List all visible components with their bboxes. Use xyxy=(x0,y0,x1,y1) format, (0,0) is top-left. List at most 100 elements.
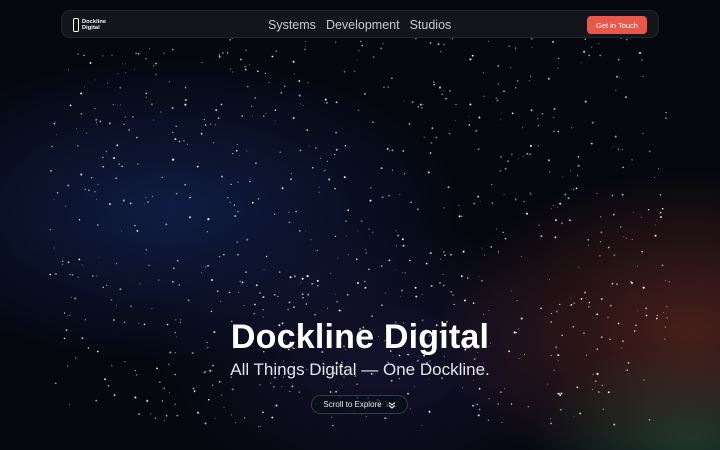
star xyxy=(547,159,551,162)
star xyxy=(557,206,559,209)
star xyxy=(521,127,523,129)
star xyxy=(196,165,199,168)
star xyxy=(430,141,433,144)
star xyxy=(490,246,492,248)
star xyxy=(518,357,520,359)
star xyxy=(399,193,401,195)
star xyxy=(381,304,383,307)
star xyxy=(69,274,71,276)
star xyxy=(158,381,161,384)
star xyxy=(254,162,257,165)
brand-logo[interactable]: Dockline Digital xyxy=(73,17,106,33)
star xyxy=(173,267,175,270)
star xyxy=(77,276,79,278)
star xyxy=(323,170,325,172)
star xyxy=(174,138,177,141)
nav-link-studios[interactable]: Studios xyxy=(410,18,452,32)
star xyxy=(540,307,542,310)
star xyxy=(184,99,187,101)
star xyxy=(94,108,96,110)
star xyxy=(576,175,579,177)
star xyxy=(647,208,650,211)
star xyxy=(145,196,147,198)
star xyxy=(423,136,425,138)
star xyxy=(617,58,620,61)
star xyxy=(410,201,412,204)
star xyxy=(631,159,633,161)
star xyxy=(443,251,445,253)
star xyxy=(530,109,533,112)
star xyxy=(219,300,222,303)
star xyxy=(147,201,149,204)
star xyxy=(163,387,165,389)
star xyxy=(211,279,213,281)
star xyxy=(122,199,125,202)
star xyxy=(155,73,157,76)
star xyxy=(241,281,244,284)
star xyxy=(53,198,55,200)
star xyxy=(148,47,150,49)
star xyxy=(155,62,158,65)
star xyxy=(547,383,549,385)
star xyxy=(302,296,304,299)
star xyxy=(63,312,66,314)
star xyxy=(248,64,250,66)
star xyxy=(443,207,445,209)
nav-link-development[interactable]: Development xyxy=(326,18,400,32)
star xyxy=(353,70,356,73)
star xyxy=(345,220,348,223)
star xyxy=(304,48,306,51)
star xyxy=(116,144,119,147)
star xyxy=(298,391,301,394)
star xyxy=(559,408,562,411)
star xyxy=(112,104,114,106)
star xyxy=(306,275,309,278)
star xyxy=(204,422,207,425)
star xyxy=(271,416,274,419)
get-in-touch-button[interactable]: Get in Touch xyxy=(587,16,647,34)
star xyxy=(587,244,589,246)
star xyxy=(133,68,135,70)
star xyxy=(192,387,195,390)
star xyxy=(230,183,232,185)
star xyxy=(80,92,83,95)
star xyxy=(300,282,302,284)
star xyxy=(81,264,83,266)
star xyxy=(314,313,316,316)
star xyxy=(607,246,610,249)
star xyxy=(443,284,445,287)
star xyxy=(331,416,333,418)
star xyxy=(561,222,563,225)
star xyxy=(437,43,440,46)
star xyxy=(346,293,349,296)
star xyxy=(163,419,165,421)
star xyxy=(347,254,349,256)
star xyxy=(587,238,590,241)
star xyxy=(517,158,519,160)
star xyxy=(132,116,134,118)
scroll-to-explore-button[interactable]: Scroll to Explore xyxy=(311,395,408,414)
star xyxy=(78,258,81,261)
star xyxy=(214,417,216,420)
star xyxy=(265,112,267,114)
star xyxy=(324,98,327,101)
star xyxy=(430,284,433,288)
star xyxy=(98,256,100,258)
star xyxy=(298,94,301,97)
star xyxy=(69,104,72,107)
star xyxy=(277,295,279,298)
star xyxy=(637,265,639,267)
star xyxy=(71,274,74,276)
star xyxy=(113,157,115,159)
star xyxy=(501,421,503,424)
star xyxy=(481,247,483,249)
star xyxy=(262,296,265,299)
star xyxy=(417,208,419,210)
star xyxy=(216,290,219,293)
star xyxy=(541,112,544,115)
star xyxy=(94,191,96,193)
star xyxy=(115,262,118,265)
star xyxy=(514,198,517,201)
star xyxy=(163,52,165,54)
nav-link-systems[interactable]: Systems xyxy=(268,18,316,32)
